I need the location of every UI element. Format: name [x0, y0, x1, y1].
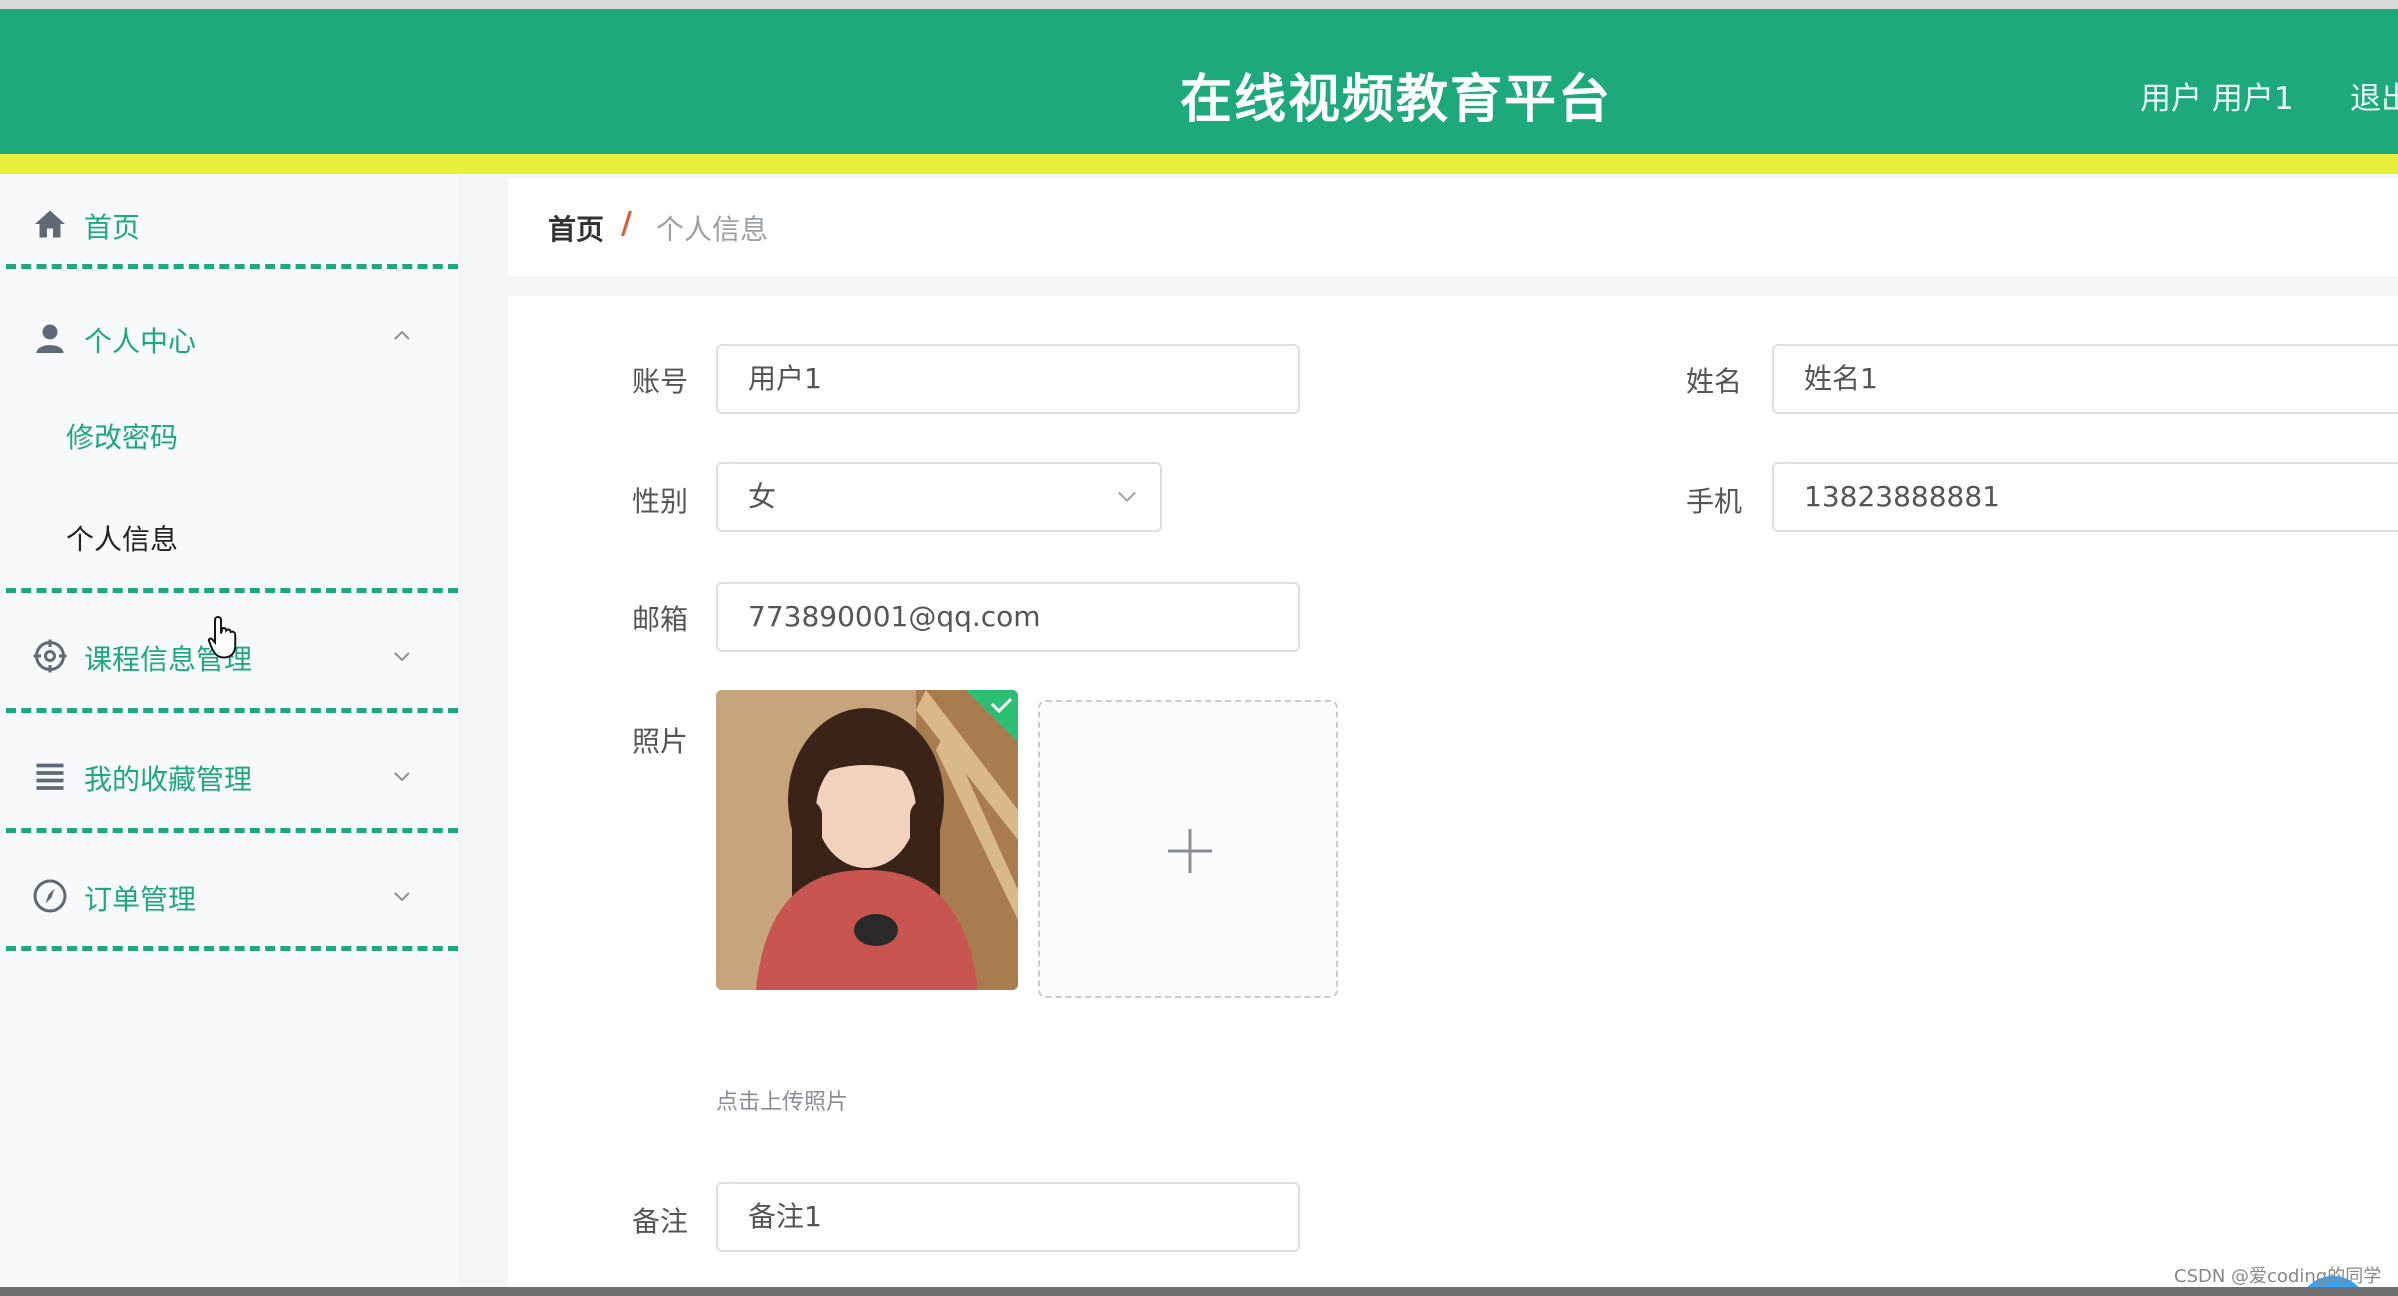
phone-label: 手机 [1686, 485, 1743, 518]
phone-input[interactable]: 13823888881 [1772, 462, 2398, 532]
user-icon [36, 324, 64, 353]
logout-link[interactable]: 退出 [2350, 73, 2398, 118]
email-label: 邮箱 [632, 603, 689, 636]
breadcrumb-separator: / [621, 206, 632, 241]
sidebar-item-label: 订单管理 [84, 883, 197, 916]
chevron-up-icon [394, 330, 410, 340]
email-input[interactable]: 773890001@qq.com [716, 582, 1300, 652]
breadcrumb-home[interactable]: 首页 [548, 208, 604, 248]
home-icon [35, 210, 65, 238]
browser-strip [0, 0, 2398, 9]
sidebar-item-label: 我的收藏管理 [84, 763, 253, 796]
sidebar-subitem-personal-info[interactable]: 个人信息 [66, 518, 178, 558]
name-input[interactable]: 姓名1 [1772, 344, 2398, 414]
photo-image [716, 690, 1018, 990]
breadcrumb-current: 个人信息 [656, 213, 769, 246]
menu-divider [6, 946, 458, 951]
menu-divider [6, 588, 458, 593]
account-label: 账号 [632, 365, 689, 398]
hand-cursor-icon [207, 616, 237, 659]
header-accent-bar [0, 154, 2398, 174]
sidebar-item-personal-center[interactable]: 个人中心 [0, 304, 458, 394]
gender-select-value: 女 [748, 480, 777, 513]
sidebar: 首页 个人中心 修改密码 个人信息 课程信息管理 我的收藏管理 订单管理 [0, 174, 458, 1287]
list-icon [36, 763, 64, 790]
gender-select[interactable]: 女 [716, 462, 1162, 532]
photo-upload-button[interactable] [1038, 700, 1338, 998]
sidebar-subitem-change-password[interactable]: 修改密码 [66, 416, 178, 456]
watermark: CSDN @爱coding的同学 [2174, 1266, 2382, 1287]
chevron-down-icon [394, 652, 410, 662]
chevron-down-icon [1118, 491, 1136, 502]
uploaded-photo[interactable] [716, 690, 1018, 990]
name-label: 姓名 [1686, 365, 1743, 398]
chevron-down-icon [394, 772, 410, 782]
top-header: 在线视频教育平台 用户 用户1 退出 [0, 9, 2398, 154]
sidebar-item-label: 个人中心 [84, 325, 197, 358]
remark-input[interactable]: 备注1 [716, 1182, 1300, 1252]
site-title: 在线视频教育平台 [1180, 70, 1613, 130]
menu-divider [6, 708, 458, 713]
sidebar-item-order-management[interactable]: 订单管理 [0, 864, 458, 954]
account-input[interactable]: 用户1 [716, 344, 1300, 414]
upload-hint: 点击上传照片 [716, 1090, 849, 1115]
sidebar-item-favorites-management[interactable]: 我的收藏管理 [0, 744, 458, 834]
target-icon [33, 639, 67, 673]
menu-divider [6, 828, 458, 833]
photo-label: 照片 [632, 725, 689, 758]
remark-label: 备注 [632, 1205, 689, 1238]
current-user-label: 用户 用户1 [2140, 81, 2294, 117]
chevron-down-icon [394, 892, 410, 902]
app-window: 在线视频教育平台 用户 用户1 退出 首页 个人中心 修改密码 个人信息 课程信… [0, 0, 2398, 1287]
plus-icon [1168, 829, 1212, 873]
breadcrumb: 首页 / 个人信息 [508, 178, 2398, 276]
gender-label: 性别 [632, 485, 689, 518]
menu-divider [6, 264, 458, 269]
sidebar-item-label: 首页 [84, 211, 141, 244]
compass-icon [33, 879, 67, 913]
profile-form: 账号 用户1 姓名 姓名1 性别 女 手机 13823888881 邮箱 773… [508, 296, 2398, 1287]
